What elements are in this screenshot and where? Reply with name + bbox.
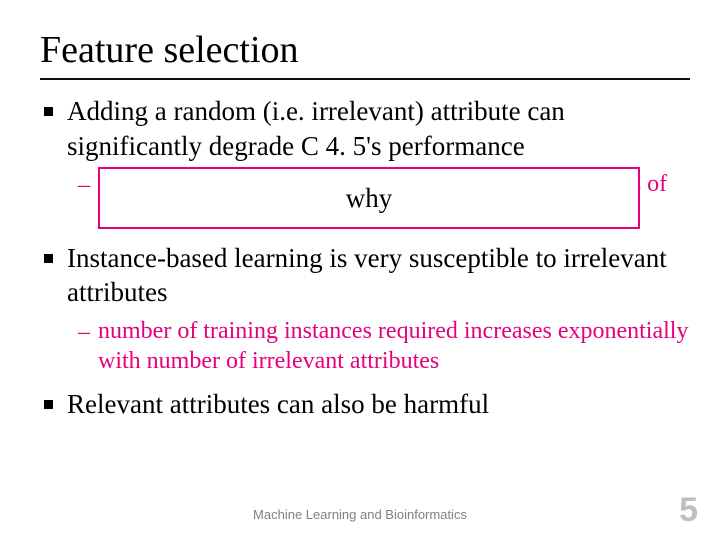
footer-text: Machine Learning and Bioinformatics bbox=[0, 507, 720, 522]
title-rule bbox=[40, 78, 690, 80]
why-overlay-wrap: attribute selection based on smaller and… bbox=[98, 169, 690, 230]
why-callout-text: why bbox=[346, 183, 393, 214]
bullet-1: Adding a random (i.e. irrelevant) attrib… bbox=[40, 94, 690, 163]
square-bullet-icon bbox=[44, 400, 53, 409]
bullet-1-sublist: – attribute selection based on smaller a… bbox=[78, 169, 690, 230]
dash-icon: – bbox=[78, 318, 90, 347]
square-bullet-icon bbox=[44, 107, 53, 116]
bullet-list: Adding a random (i.e. irrelevant) attrib… bbox=[40, 94, 690, 422]
why-callout-box: why bbox=[98, 167, 640, 229]
bullet-2-sublist: – number of training instances required … bbox=[78, 316, 690, 377]
bullet-3: Relevant attributes can also be harmful bbox=[40, 387, 690, 422]
bullet-2-sub-1-text: number of training instances required in… bbox=[98, 316, 690, 377]
slide: Feature selection Adding a random (i.e. … bbox=[0, 0, 720, 540]
bullet-1-sub-1: – attribute selection based on smaller a… bbox=[78, 169, 690, 230]
bullet-2-text: Instance-based learning is very suscepti… bbox=[67, 241, 690, 310]
bullet-2-sub-1: – number of training instances required … bbox=[78, 316, 690, 377]
page-title: Feature selection bbox=[40, 28, 690, 72]
dash-icon: – bbox=[78, 171, 90, 200]
bullet-2: Instance-based learning is very suscepti… bbox=[40, 241, 690, 310]
square-bullet-icon bbox=[44, 254, 53, 263]
bullet-1-text: Adding a random (i.e. irrelevant) attrib… bbox=[67, 94, 690, 163]
bullet-3-text: Relevant attributes can also be harmful bbox=[67, 387, 489, 422]
page-number: 5 bbox=[679, 491, 698, 530]
